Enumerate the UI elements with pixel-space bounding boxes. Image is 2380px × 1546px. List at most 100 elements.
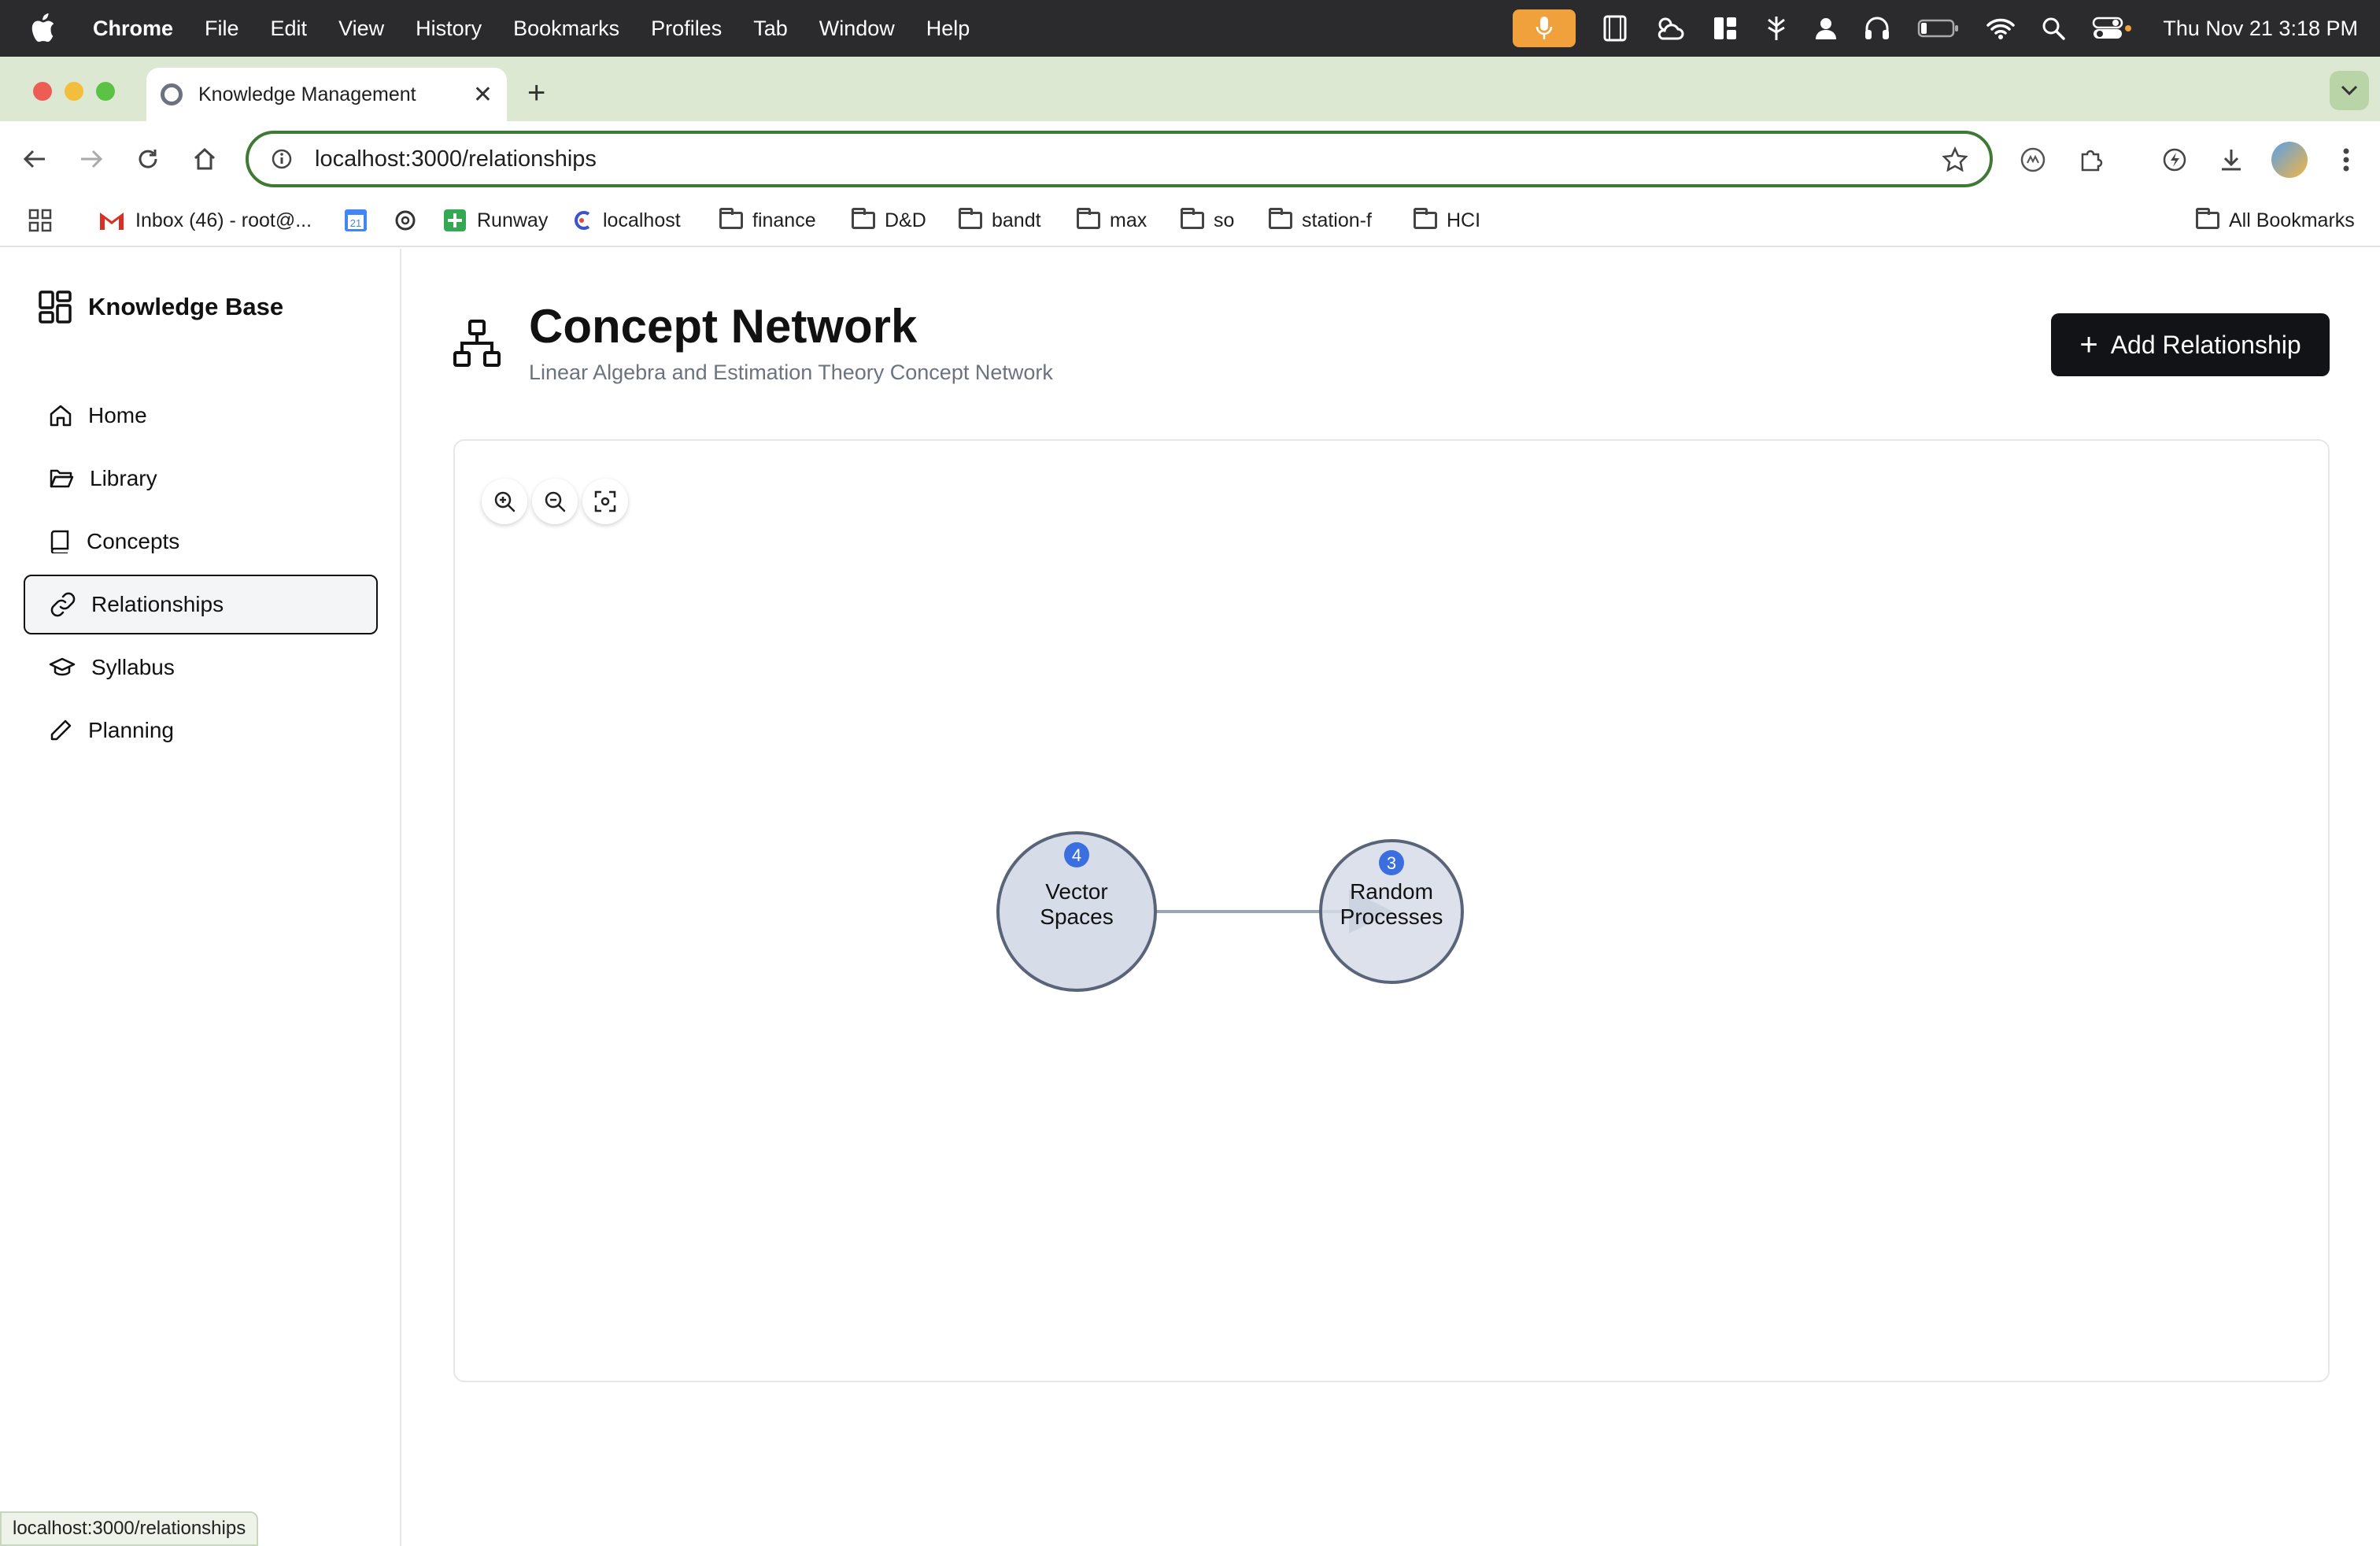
- menu-help[interactable]: Help: [911, 17, 986, 41]
- browser-tab-active[interactable]: Knowledge Management ✕: [146, 68, 507, 121]
- chrome-menu-button[interactable]: [2328, 142, 2364, 178]
- calendar-icon: 21: [345, 209, 367, 231]
- menu-edit[interactable]: Edit: [255, 17, 323, 41]
- sidebar-item-label: Concepts: [87, 529, 180, 553]
- extensions-button[interactable]: [2073, 142, 2109, 178]
- menu-bar-clock[interactable]: Thu Nov 21 3:18 PM: [2163, 17, 2358, 41]
- tab-close-icon[interactable]: ✕: [473, 81, 493, 109]
- folder-icon: [1414, 208, 1437, 229]
- site-info-icon[interactable]: [271, 148, 293, 170]
- tab-title: Knowledge Management: [198, 83, 416, 105]
- bookmark-label: max: [1110, 209, 1148, 231]
- gmail-icon: [100, 213, 124, 230]
- performance-button[interactable]: [2156, 142, 2193, 178]
- localhost-icon: [575, 211, 590, 230]
- graph-node-random-processes[interactable]: 3 Random Processes: [1319, 839, 1464, 984]
- reload-icon: [139, 150, 157, 168]
- bookmark-localhost[interactable]: localhost: [575, 203, 681, 238]
- menu-window[interactable]: Window: [804, 17, 911, 41]
- sidebar-item-planning[interactable]: Planning: [24, 701, 378, 760]
- apple-logo-icon[interactable]: [30, 13, 57, 43]
- bookmark-label: Inbox (46) - root@...: [135, 209, 312, 231]
- menu-history[interactable]: History: [400, 17, 497, 41]
- window-minimize-button[interactable]: [65, 82, 83, 101]
- lightning-icon: [2163, 148, 2186, 172]
- node-label-line: Vector: [1045, 879, 1107, 904]
- home-icon: [194, 147, 216, 170]
- battery-icon[interactable]: [1917, 18, 1960, 39]
- kebab-menu-icon: [2343, 148, 2349, 172]
- profile-avatar[interactable]: [2271, 142, 2308, 178]
- sidebar-item-library[interactable]: Library: [24, 449, 378, 509]
- bookmark-folder-so[interactable]: so: [1181, 203, 1234, 238]
- sidebar-item-relationships[interactable]: Relationships: [24, 575, 378, 634]
- wifi-icon[interactable]: [1986, 17, 2016, 39]
- forward-button[interactable]: [76, 143, 107, 175]
- all-bookmarks-label: All Bookmarks: [2229, 209, 2355, 231]
- bookmark-openai[interactable]: [394, 203, 417, 238]
- menu-bar-status-area: Thu Nov 21 3:18 PM: [1513, 0, 2358, 57]
- bookmark-folder-max[interactable]: max: [1077, 203, 1147, 238]
- headphones-icon[interactable]: [1864, 16, 1890, 41]
- folder-icon: [1181, 208, 1204, 229]
- page-title: Concept Network: [529, 300, 918, 353]
- back-button[interactable]: [19, 143, 50, 175]
- book-icon: [50, 530, 69, 553]
- folder-icon: [1077, 208, 1100, 229]
- add-relationship-label: Add Relationship: [2110, 330, 2301, 359]
- home-button[interactable]: [189, 143, 220, 175]
- film-icon[interactable]: [1602, 15, 1628, 42]
- status-bar-url: localhost:3000/relationships: [0, 1511, 259, 1546]
- window-layout-icon[interactable]: [1713, 16, 1738, 41]
- search-icon[interactable]: [2042, 17, 2066, 40]
- bookmark-folder-dnd[interactable]: D&D: [852, 203, 926, 238]
- menu-bookmarks[interactable]: Bookmarks: [497, 17, 635, 41]
- concept-graph[interactable]: 4 Vector Spaces 3 Random Processes: [453, 439, 2330, 1382]
- menu-app-name[interactable]: Chrome: [77, 17, 189, 41]
- user-icon[interactable]: [1815, 17, 1837, 40]
- cloud-sun-icon[interactable]: [1654, 15, 1686, 42]
- bookmark-label: D&D: [885, 209, 926, 231]
- sidebar-item-concepts[interactable]: Concepts: [24, 512, 378, 571]
- bookmark-calendar[interactable]: 21: [343, 203, 368, 238]
- bookmark-folder-station-f[interactable]: station-f: [1269, 203, 1372, 238]
- all-bookmarks-button[interactable]: All Bookmarks: [2196, 203, 2355, 238]
- menu-tab[interactable]: Tab: [737, 17, 804, 41]
- link-icon: [50, 592, 76, 617]
- sidebar-item-home[interactable]: Home: [24, 386, 378, 446]
- graph-node-vector-spaces[interactable]: 4 Vector Spaces: [996, 831, 1157, 992]
- sidebar-item-syllabus[interactable]: Syllabus: [24, 638, 378, 697]
- menu-profiles[interactable]: Profiles: [635, 17, 737, 41]
- bookmark-star-icon[interactable]: [1942, 146, 1968, 172]
- bookmark-folder-bandt[interactable]: bandt: [959, 203, 1041, 238]
- chevron-down-icon: [2341, 85, 2358, 96]
- window-zoom-button[interactable]: [96, 82, 115, 101]
- node-label-line: Random: [1350, 879, 1433, 904]
- window-close-button[interactable]: [33, 82, 52, 101]
- bookmark-gmail[interactable]: Inbox (46) - root@...: [98, 203, 312, 238]
- graduation-cap-icon: [49, 657, 76, 676]
- arrow-left-icon: [23, 150, 45, 168]
- menu-file[interactable]: File: [189, 17, 255, 41]
- sidebar-brand[interactable]: Knowledge Base: [38, 290, 283, 324]
- downloads-button[interactable]: [2213, 142, 2249, 178]
- control-center-icon[interactable]: [2092, 17, 2132, 40]
- kiwi-icon[interactable]: [1765, 15, 1788, 42]
- reload-button[interactable]: [132, 143, 164, 175]
- folder-icon: [852, 208, 875, 229]
- bookmark-runway[interactable]: Runway: [442, 203, 548, 238]
- node-badge-count: 3: [1387, 853, 1396, 873]
- new-tab-button[interactable]: +: [527, 76, 545, 111]
- apps-button[interactable]: [28, 203, 52, 238]
- monica-extension-button[interactable]: [2015, 142, 2051, 178]
- menu-view[interactable]: View: [323, 17, 400, 41]
- bookmark-folder-finance[interactable]: finance: [719, 203, 816, 238]
- address-bar[interactable]: localhost:3000/relationships: [246, 131, 1993, 187]
- add-relationship-button[interactable]: + Add Relationship: [2051, 313, 2330, 376]
- tab-search-button[interactable]: [2330, 71, 2369, 110]
- microphone-icon[interactable]: [1513, 9, 1576, 47]
- bookmark-folder-hci[interactable]: HCI: [1414, 203, 1480, 238]
- bookmark-label: finance: [752, 209, 816, 231]
- runway-icon: [444, 209, 466, 231]
- sidebar-item-label: Syllabus: [91, 655, 175, 679]
